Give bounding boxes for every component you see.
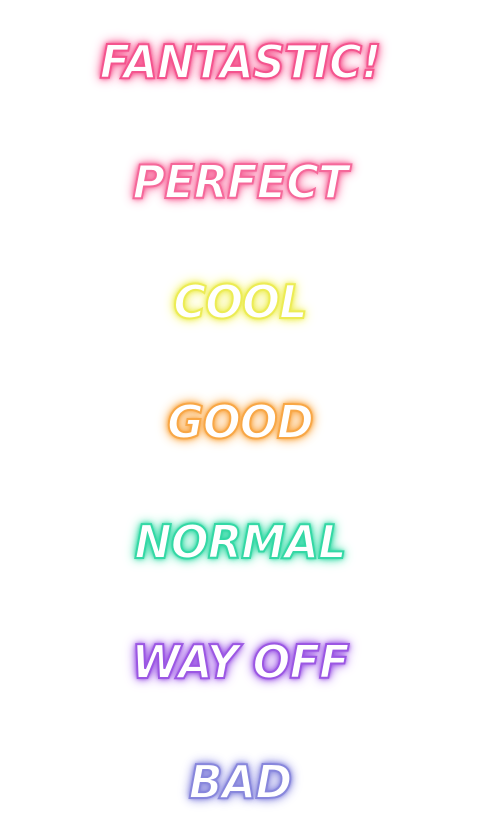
judgment-fantastic: FANTASTIC! — [99, 34, 383, 90]
judgment-good: GOOD — [166, 394, 315, 450]
judgment-normal: NORMAL — [133, 514, 347, 570]
judgment-bad: BAD — [188, 754, 294, 810]
judgment-way-off: WAY OFF — [131, 634, 351, 690]
judgment-cool: COOL — [172, 274, 308, 330]
judgment-ratings-list: FANTASTIC! PERFECT COOL GOOD NORMAL WAY … — [0, 0, 480, 840]
judgment-perfect: PERFECT — [132, 154, 350, 210]
